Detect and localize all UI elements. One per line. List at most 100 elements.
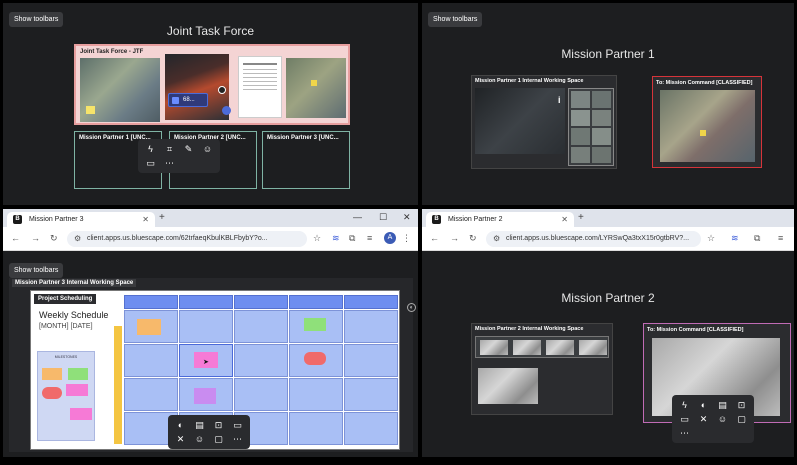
monitor-icon[interactable]: ▭ xyxy=(232,420,243,430)
bluescape-extension-icon[interactable]: ≋ xyxy=(731,233,739,244)
color-picker-icon[interactable]: ◐ xyxy=(175,420,186,430)
profile-avatar[interactable]: A xyxy=(384,232,396,244)
new-tab-icon[interactable]: + xyxy=(159,212,165,223)
connector-handle-icon[interactable] xyxy=(222,106,231,115)
side-handle-icon[interactable]: ◐ xyxy=(407,303,416,312)
smiley-icon[interactable]: ☺ xyxy=(202,144,213,154)
grid-cell[interactable] xyxy=(344,378,398,411)
sticky-note-yellow[interactable] xyxy=(86,106,95,114)
browser-tab[interactable]: B Mission Partner 2 ✕ xyxy=(426,212,574,227)
comment-icon[interactable]: ▢ xyxy=(736,414,747,424)
more-icon[interactable]: ⋯ xyxy=(232,434,243,444)
mission-partner-1-pane: Show toolbars Mission Partner 1 Mission … xyxy=(422,3,794,205)
aerial-map-image[interactable] xyxy=(286,58,346,118)
bookmark-star-icon[interactable]: ☆ xyxy=(313,233,321,244)
lightning-icon[interactable]: ϟ xyxy=(145,144,156,154)
present-icon[interactable]: ⊡ xyxy=(213,420,224,430)
sticky-note[interactable] xyxy=(68,368,88,380)
forward-icon[interactable]: → xyxy=(31,233,40,243)
smiley-icon[interactable]: ☺ xyxy=(194,434,205,444)
sticky-note[interactable] xyxy=(42,387,62,399)
close-tab-icon[interactable]: ✕ xyxy=(142,215,149,224)
grid-cell[interactable] xyxy=(344,412,398,445)
rotate-handle-icon[interactable] xyxy=(218,86,226,94)
classified-map-image[interactable] xyxy=(660,90,755,162)
image-strip[interactable] xyxy=(475,336,609,358)
reading-list-icon[interactable]: ≡ xyxy=(367,233,372,243)
pane-title: Joint Task Force xyxy=(166,24,255,38)
aerial-image[interactable] xyxy=(478,368,538,404)
new-tab-icon[interactable]: + xyxy=(578,212,584,223)
lightning-icon[interactable]: ϟ xyxy=(679,400,690,410)
frame-label: Mission Partner 3 Internal Working Space xyxy=(12,279,137,287)
comment-icon[interactable]: ▢ xyxy=(213,434,224,444)
info-icon[interactable]: i xyxy=(558,95,561,105)
cursor-icon: ➤ xyxy=(203,359,209,366)
forward-icon[interactable]: → xyxy=(450,233,459,243)
back-icon[interactable]: ← xyxy=(11,233,20,243)
map-image[interactable] xyxy=(80,58,160,122)
grid-cell[interactable] xyxy=(344,344,398,377)
grid-cell[interactable] xyxy=(289,378,343,411)
browser-menu-icon[interactable]: ⋮ xyxy=(402,233,411,244)
bookmark-star-icon[interactable]: ☆ xyxy=(707,233,715,244)
grid-cell[interactable] xyxy=(234,310,288,343)
back-icon[interactable]: ← xyxy=(430,233,439,243)
reload-icon[interactable]: ↻ xyxy=(469,233,477,244)
template-icon[interactable]: ▤ xyxy=(194,420,205,430)
sticky-note[interactable] xyxy=(194,388,216,404)
maximize-icon[interactable]: ☐ xyxy=(379,212,387,223)
grid-cell[interactable] xyxy=(344,310,398,343)
extensions-icon[interactable]: ⧉ xyxy=(754,233,760,244)
template-icon[interactable]: ▤ xyxy=(717,400,728,410)
working-space-frame[interactable]: Mission Partner 2 Internal Working Space xyxy=(471,323,613,415)
address-bar[interactable]: ⚙ client.apps.us.bluescape.com/62trfaeqK… xyxy=(67,231,307,247)
classified-frame[interactable]: To: Mission Command [CLASSIFIED] xyxy=(652,76,762,168)
sticky-note[interactable] xyxy=(304,318,326,331)
browser-tab[interactable]: B Mission Partner 3 ✕ xyxy=(7,212,155,227)
site-info-icon[interactable]: ⚙ xyxy=(74,234,81,243)
dark-map-image[interactable] xyxy=(475,88,565,154)
color-picker-icon[interactable]: ◐ xyxy=(698,400,709,410)
sticky-note[interactable] xyxy=(70,408,92,420)
document-card[interactable] xyxy=(238,56,282,118)
monitor-icon[interactable]: ▭ xyxy=(679,414,690,424)
sticky-note[interactable] xyxy=(66,384,88,396)
milestones-panel[interactable]: MILESTONES xyxy=(37,351,95,441)
close-tab-icon[interactable]: ✕ xyxy=(561,215,568,224)
selected-badge[interactable]: 68... xyxy=(168,93,208,107)
comment-icon[interactable]: ▭ xyxy=(145,158,156,168)
present-icon[interactable]: ⊡ xyxy=(736,400,747,410)
working-space-frame[interactable]: Mission Partner 1 Internal Working Space… xyxy=(471,75,617,169)
grid-cell[interactable] xyxy=(124,344,178,377)
reload-icon[interactable]: ↻ xyxy=(50,233,58,244)
site-info-icon[interactable]: ⚙ xyxy=(493,234,500,243)
extensions-icon[interactable]: ⧉ xyxy=(349,233,355,244)
close-window-icon[interactable]: ✕ xyxy=(403,212,411,223)
grid-cell[interactable] xyxy=(179,310,233,343)
jtf-frame[interactable]: Joint Task Force - JTF 68... xyxy=(74,44,350,125)
minimize-icon[interactable]: — xyxy=(353,212,362,222)
no-link-icon[interactable]: ✕ xyxy=(175,434,186,444)
image-grid[interactable] xyxy=(568,88,614,166)
reading-list-icon[interactable]: ≡ xyxy=(778,233,783,243)
sticky-note[interactable] xyxy=(137,319,161,335)
show-toolbars-button[interactable]: Show toolbars xyxy=(9,263,64,278)
context-toolbar: ϟ ◐ ▤ ⊡ ▭ ✕ ☺ ▢ ⋯ xyxy=(672,395,754,443)
grid-cell[interactable] xyxy=(289,412,343,445)
smiley-icon[interactable]: ☺ xyxy=(717,414,728,424)
grid-cell[interactable] xyxy=(234,344,288,377)
show-toolbars-button[interactable]: Show toolbars xyxy=(428,12,483,27)
pin-icon[interactable]: ✎ xyxy=(183,144,194,154)
crop-icon[interactable]: ⌗ xyxy=(164,144,175,154)
bluescape-extension-icon[interactable]: ≋ xyxy=(332,233,340,244)
sticky-note[interactable] xyxy=(304,352,326,365)
no-link-icon[interactable]: ✕ xyxy=(698,414,709,424)
more-icon[interactable]: ⋯ xyxy=(679,428,690,438)
grid-cell[interactable] xyxy=(234,378,288,411)
grid-cell[interactable] xyxy=(124,378,178,411)
more-icon[interactable]: ⋯ xyxy=(164,158,175,168)
mission-partner-3-frame[interactable]: Mission Partner 3 [UNC... xyxy=(262,131,350,189)
address-bar[interactable]: ⚙ client.apps.us.bluescape.com/LYRSwQa3t… xyxy=(486,231,701,247)
sticky-note[interactable] xyxy=(42,368,62,380)
